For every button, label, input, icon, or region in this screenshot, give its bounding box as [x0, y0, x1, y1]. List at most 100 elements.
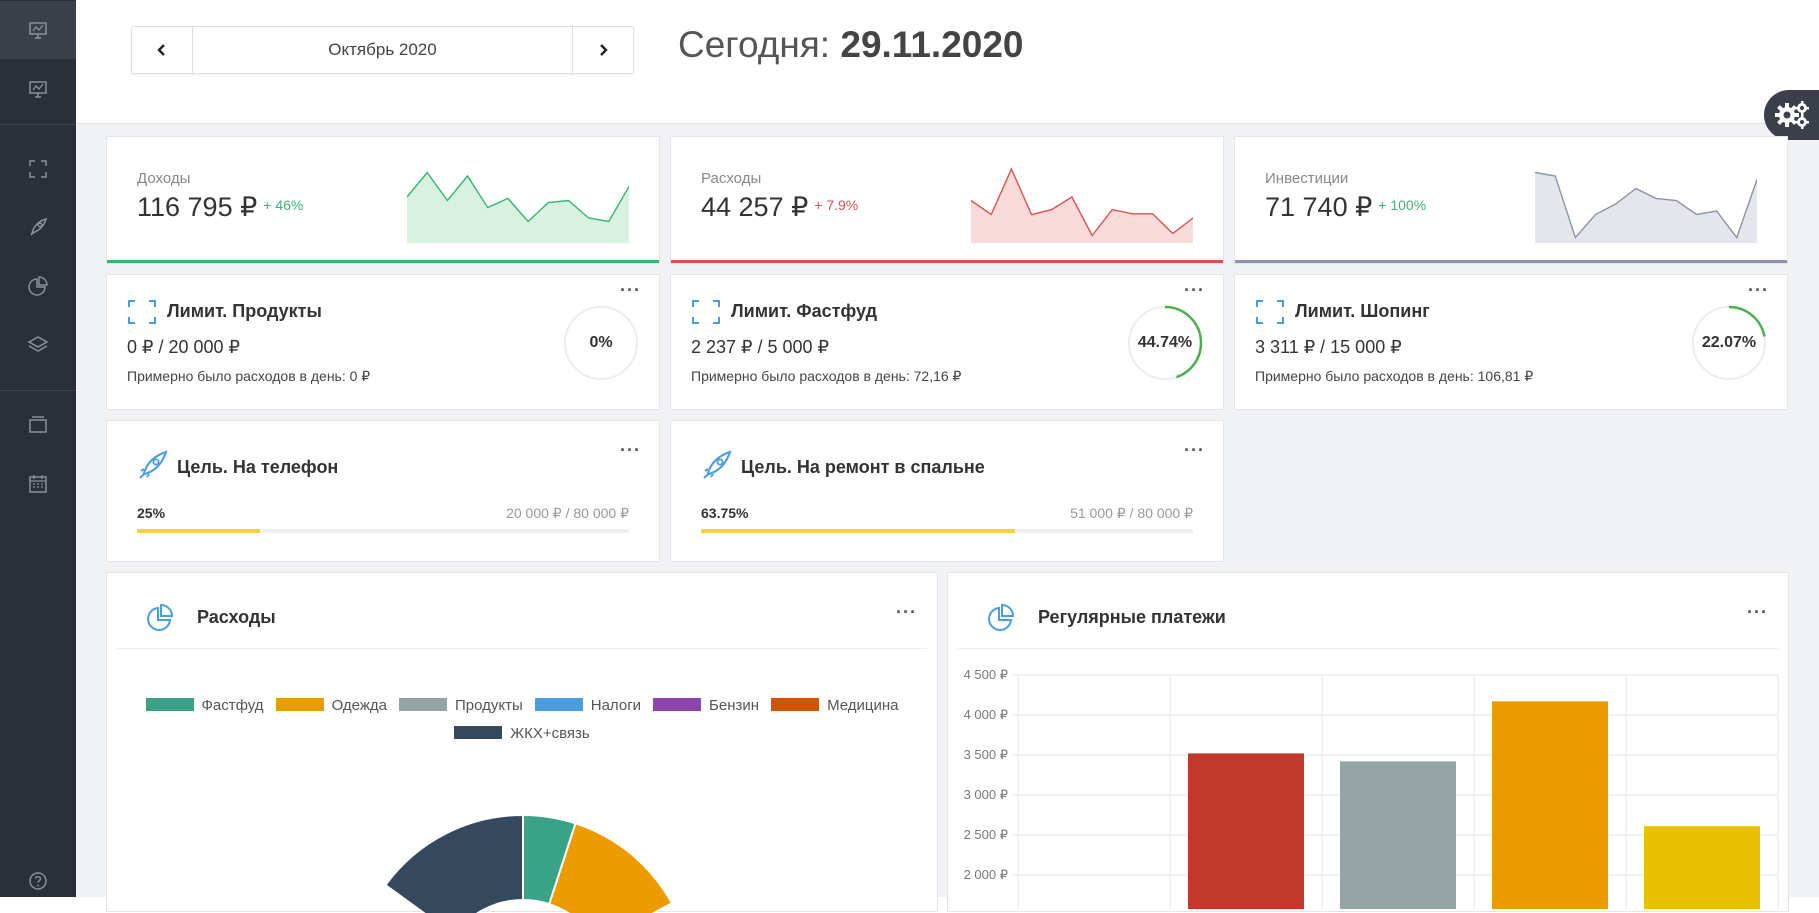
rocket-icon: [139, 450, 168, 479]
chevron-right-icon: [600, 44, 608, 56]
sparkline-chart: [1535, 171, 1757, 243]
limit-card: ··· Лимит. Фастфуд 2 237 ₽ / 5 000 ₽ Пример…: [670, 274, 1224, 410]
legend-swatch: [534, 698, 583, 711]
legend-label: ЖКХ+связь: [510, 725, 590, 742]
limit-title: Лимит. Фастфуд: [731, 301, 878, 321]
today-display: Сегодня: 29.11.2020: [678, 24, 1024, 66]
y-tick-label: 4 500 ₽: [964, 667, 1008, 682]
limit-title: Лимит. Продукты: [167, 301, 322, 321]
legend-swatch: [398, 698, 447, 711]
sidebar-item[interactable]: [0, 198, 76, 256]
chart-legend: Фастфуд Одежда Продукты Налоги Бензин Медицин…: [127, 692, 917, 748]
sidebar-item[interactable]: [0, 455, 76, 513]
stat-accent-bar: [671, 260, 1223, 263]
limit-percent: 22.07%: [1701, 334, 1757, 351]
monitor-chart-icon: [29, 22, 47, 39]
legend-label: Бензин: [709, 697, 760, 714]
next-month-button[interactable]: [572, 27, 633, 73]
settings-button[interactable]: [1764, 90, 1819, 140]
sparkline-area: [407, 172, 629, 243]
goal-progress-fill: [137, 529, 260, 533]
donut-slice[interactable]: [384, 813, 524, 913]
sidebar-item[interactable]: [0, 396, 76, 454]
limit-amount: 0 ₽ / 20 000 ₽: [127, 337, 240, 357]
legend-item[interactable]: Продукты: [398, 692, 523, 720]
today-date: 29.11.2020: [840, 24, 1024, 65]
y-tick-label: 3 500 ₽: [964, 747, 1008, 762]
more-options-button[interactable]: ···: [620, 441, 641, 459]
legend-item[interactable]: Одежда: [275, 692, 387, 720]
stat-title: Инвестиции: [1265, 170, 1349, 187]
gears-icon: [1774, 101, 1809, 129]
more-options-button[interactable]: ···: [896, 603, 917, 621]
legend-swatch: [653, 698, 702, 711]
limit-progress-ring: 0%: [563, 305, 639, 381]
bar[interactable]: [1340, 761, 1456, 909]
legend-item[interactable]: Бензин: [653, 692, 759, 720]
more-options-button[interactable]: ···: [1184, 441, 1205, 459]
more-options-button[interactable]: ···: [1748, 281, 1769, 299]
monitor-chart-icon: [29, 81, 47, 98]
help-icon: [29, 872, 47, 890]
rocket-icon: [30, 217, 48, 236]
sparkline-area: [1535, 172, 1757, 243]
limit-daily-note: Примерно было расходов в день: 0 ₽: [127, 368, 371, 384]
bar[interactable]: [1188, 753, 1304, 909]
stat-card: Доходы 116 795 ₽ + 46%: [106, 136, 660, 264]
legend-swatch: [275, 698, 324, 711]
panel-header: Регулярные платежи ···: [958, 573, 1778, 649]
sidebar-item[interactable]: [0, 60, 76, 118]
more-options-button[interactable]: ···: [620, 281, 641, 299]
legend-label: Одежда: [331, 697, 387, 714]
stat-card: Расходы 44 257 ₽ + 7.9%: [670, 136, 1224, 264]
goal-amount: 20 000 ₽ / 80 000 ₽: [506, 505, 629, 521]
rocket-icon: [703, 450, 732, 479]
limit-daily-note: Примерно было расходов в день: 72,16 ₽: [691, 368, 962, 384]
legend-label: Налоги: [590, 697, 642, 714]
stat-title: Расходы: [701, 170, 762, 187]
goal-title: Цель. На ремонт в спальне: [741, 457, 985, 477]
sidebar-item[interactable]: [0, 1, 76, 59]
stat-value: 71 740 ₽ + 100%: [1265, 192, 1426, 223]
calendar-icon: [29, 475, 47, 493]
legend-item[interactable]: Фастфуд: [145, 692, 264, 720]
limit-card: ··· Лимит. Шопинг 3 311 ₽ / 15 000 ₽ Пример…: [1234, 274, 1788, 410]
y-tick-label: 4 000 ₽: [964, 707, 1008, 722]
goal-title: Цель. На телефон: [177, 457, 339, 477]
main-area: Октябрь 2020 Сегодня: 29.11.2020 Доходы …: [76, 0, 1819, 913]
stat-title: Доходы: [137, 170, 191, 187]
sidebar-item[interactable]: [0, 316, 76, 374]
legend-label: Фастфуд: [201, 697, 264, 714]
legend-item[interactable]: ЖКХ+связь: [454, 720, 590, 748]
more-options-button[interactable]: ···: [1184, 281, 1205, 299]
stat-value: 116 795 ₽ + 46%: [137, 192, 303, 223]
legend-item[interactable]: Медицина: [771, 692, 898, 720]
stat-delta: + 7.9%: [814, 197, 859, 213]
layers-icon: [27, 336, 49, 352]
stat-amount: 116 795 ₽: [137, 192, 258, 222]
current-month-label[interactable]: Октябрь 2020: [193, 27, 572, 73]
sidebar-divider: [0, 390, 76, 391]
frame-icon: [692, 300, 720, 324]
y-tick-label: 2 500 ₽: [964, 827, 1008, 842]
y-tick-label: 3 000 ₽: [964, 787, 1008, 802]
panel-header: Расходы ···: [117, 573, 927, 649]
bar[interactable]: [1492, 701, 1608, 909]
prev-month-button[interactable]: [132, 27, 193, 73]
sidebar-item[interactable]: [0, 140, 76, 198]
stat-accent-bar: [1235, 260, 1787, 263]
stat-accent-bar: [107, 260, 659, 263]
sidebar-item[interactable]: [0, 852, 76, 910]
goal-percent: 63.75%: [701, 505, 749, 521]
legend-item[interactable]: Налоги: [534, 692, 642, 720]
limit-title: Лимит. Шопинг: [1295, 301, 1430, 321]
stat-amount: 71 740 ₽: [1265, 192, 1373, 222]
panel-title: Регулярные платежи: [1038, 607, 1226, 627]
more-options-button[interactable]: ···: [1747, 603, 1768, 621]
sidebar-item[interactable]: [0, 257, 76, 315]
legend-label: Медицина: [827, 697, 899, 714]
limit-percent: 0%: [589, 334, 613, 351]
sidebar-divider: [0, 124, 76, 125]
sparkline-chart: [407, 171, 629, 243]
stat-amount: 44 257 ₽: [701, 192, 809, 222]
